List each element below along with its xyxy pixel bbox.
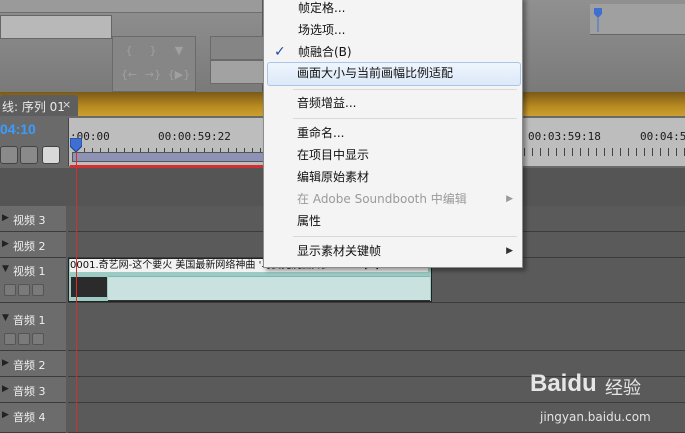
marker-icon[interactable]: ▼ bbox=[167, 41, 191, 61]
next-keyframe-icon[interactable] bbox=[32, 284, 44, 296]
menu-item-rename[interactable]: 重命名... bbox=[263, 122, 521, 144]
watermark-url: jingyan.baidu.com bbox=[540, 410, 651, 424]
clip-opacity-band[interactable] bbox=[108, 276, 430, 301]
monitor-control-1[interactable] bbox=[210, 36, 264, 60]
ruler-label: 00:00:59:22 bbox=[158, 130, 231, 143]
next-keyframe-icon[interactable] bbox=[32, 333, 44, 345]
triangle-right-icon[interactable]: ▶ bbox=[2, 213, 9, 223]
marker-icon[interactable] bbox=[20, 146, 38, 164]
menu-item-audio-gain[interactable]: 音频增益... bbox=[263, 92, 521, 114]
track-lane-audio-1[interactable] bbox=[68, 303, 685, 351]
go-to-in-icon[interactable]: {← bbox=[117, 65, 141, 85]
track-name: 音频 2 bbox=[13, 359, 46, 372]
monitor-ruler bbox=[0, 0, 262, 13]
menu-item-properties[interactable]: 属性 bbox=[263, 210, 521, 232]
track-name: 音频 1 bbox=[13, 314, 46, 327]
triangle-down-icon[interactable]: ▼ bbox=[2, 313, 9, 323]
menu-item-scale-to-frame-size[interactable]: 画面大小与当前画幅比例适配 bbox=[263, 62, 521, 84]
track-header-audio-4[interactable]: ▶ 音频 4 bbox=[0, 403, 66, 433]
mark-in-icon[interactable]: { bbox=[117, 41, 141, 61]
triangle-right-icon[interactable]: ▶ bbox=[2, 239, 9, 249]
ruler-label: 00:04:59 bbox=[640, 130, 685, 143]
track-header-video-2[interactable]: ▶ 视频 2 bbox=[0, 232, 66, 258]
playhead-icon[interactable] bbox=[70, 138, 82, 152]
track-header-audio-1[interactable]: ▼ 音频 1 bbox=[0, 303, 66, 351]
menu-item-reveal-in-project[interactable]: 在项目中显示 bbox=[263, 144, 521, 166]
submenu-arrow-icon: ▶ bbox=[506, 194, 513, 204]
track-header-video-3[interactable]: ▶ 视频 3 bbox=[0, 206, 66, 232]
prev-keyframe-icon[interactable] bbox=[4, 284, 16, 296]
add-keyframe-icon[interactable] bbox=[18, 333, 30, 345]
close-icon[interactable]: × bbox=[62, 98, 71, 111]
watermark-logo-cn: 经验 bbox=[605, 378, 641, 399]
program-monitor-ruler bbox=[590, 4, 685, 35]
add-keyframe-icon[interactable] bbox=[18, 284, 30, 296]
track-name: 视频 1 bbox=[13, 265, 46, 278]
triangle-right-icon[interactable]: ▶ bbox=[2, 384, 9, 394]
transport-controls: { } ▼ {← →} {▶} bbox=[112, 36, 196, 92]
menu-item-edit-original[interactable]: 编辑原始素材 bbox=[263, 166, 521, 188]
triangle-right-icon[interactable]: ▶ bbox=[2, 410, 9, 420]
triangle-right-icon[interactable]: ▶ bbox=[2, 358, 9, 368]
menu-separator bbox=[293, 118, 517, 119]
check-icon: ✓ bbox=[274, 44, 286, 60]
menu-item-show-clip-keyframes[interactable]: 显示素材关键帧 ▶ bbox=[263, 240, 521, 262]
track-name: 视频 3 bbox=[13, 214, 46, 227]
go-to-out-icon[interactable]: →} bbox=[141, 65, 165, 85]
menu-item-edit-in-soundbooth: 在 Adobe Soundbooth 中编辑 ▶ bbox=[263, 188, 521, 210]
current-timecode[interactable]: 04:10 bbox=[0, 121, 36, 137]
track-name: 音频 3 bbox=[13, 385, 46, 398]
keyframe-icon[interactable] bbox=[42, 146, 60, 164]
monitor-field bbox=[0, 15, 112, 39]
track-header-audio-2[interactable]: ▶ 音频 2 bbox=[0, 351, 66, 377]
prev-keyframe-icon[interactable] bbox=[4, 333, 16, 345]
track-header-audio-3[interactable]: ▶ 音频 3 bbox=[0, 377, 66, 403]
tab-label: 线: 序列 01 bbox=[2, 100, 65, 114]
track-header-video-1[interactable]: ▼ 视频 1 bbox=[0, 258, 66, 303]
menu-item-frame-hold[interactable]: 帧定格... bbox=[264, 0, 522, 19]
track-name: 音频 4 bbox=[13, 411, 46, 424]
ruler-label: 00:03:59:18 bbox=[528, 130, 601, 143]
play-in-out-icon[interactable]: {▶} bbox=[167, 65, 191, 85]
snap-icon[interactable] bbox=[0, 146, 18, 164]
menu-item-field-options[interactable]: 场选项... bbox=[264, 19, 522, 41]
track-name: 视频 2 bbox=[13, 240, 46, 253]
menu-separator bbox=[293, 89, 517, 90]
watermark-logo: Baidu bbox=[530, 370, 597, 397]
monitor-control-2[interactable] bbox=[210, 60, 264, 84]
menu-separator bbox=[293, 236, 517, 237]
triangle-down-icon[interactable]: ▼ bbox=[2, 264, 9, 274]
playhead-line[interactable] bbox=[76, 150, 77, 432]
program-playhead-icon[interactable] bbox=[594, 8, 602, 32]
mark-out-icon[interactable]: } bbox=[141, 41, 165, 61]
work-area-bar[interactable] bbox=[72, 152, 266, 162]
menu-item-frame-blend[interactable]: ✓ 帧融合(B) bbox=[264, 41, 522, 63]
submenu-arrow-icon: ▶ bbox=[506, 246, 513, 256]
